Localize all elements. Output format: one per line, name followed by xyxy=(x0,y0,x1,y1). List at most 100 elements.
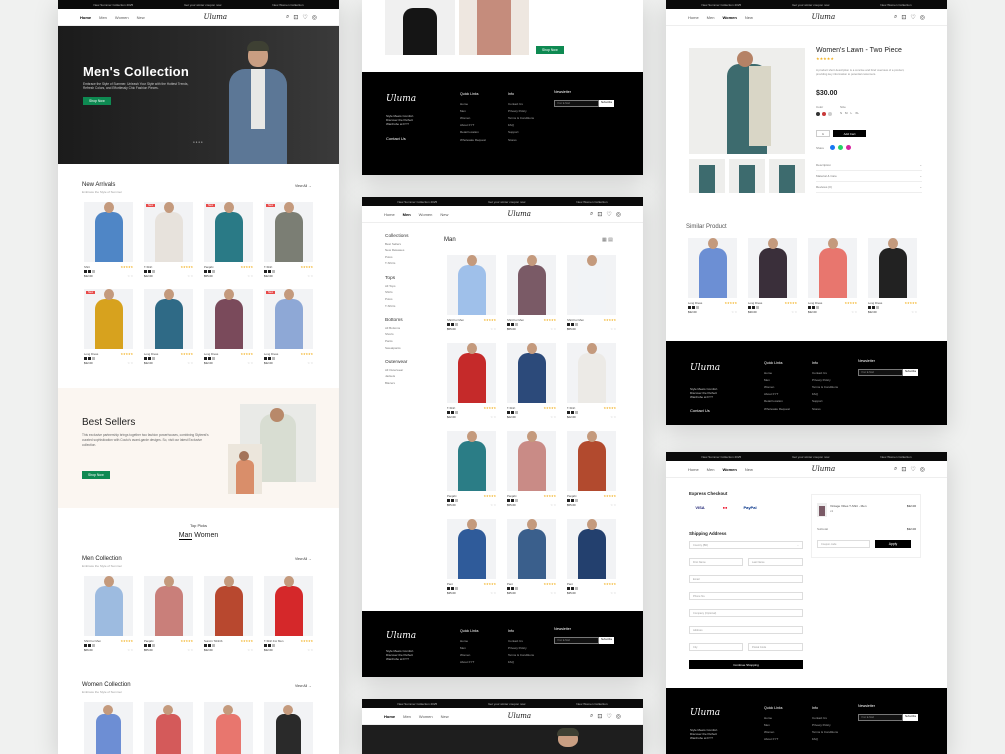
wishlist-icon[interactable]: ☆ ☆ xyxy=(550,327,556,331)
women-product-image[interactable] xyxy=(204,702,253,754)
add-cart-button[interactable]: Add Cart xyxy=(833,130,866,137)
product-card[interactable]: T-Shirt For Men ★★★★★ $32.00 ☆ ☆ xyxy=(264,576,313,652)
wishlist-icon[interactable]: ☆ ☆ xyxy=(247,274,253,278)
nav-women-5[interactable]: Women xyxy=(722,467,736,472)
link-item[interactable]: About FYT xyxy=(460,122,486,129)
product-image[interactable]: New xyxy=(264,289,313,349)
nav-men-4[interactable]: Men xyxy=(707,15,715,20)
wishlist-icon[interactable]: ☆ ☆ xyxy=(127,361,133,365)
search-icon[interactable]: ⌕ xyxy=(894,466,897,473)
first-name-field[interactable]: First Name xyxy=(689,558,743,566)
accordion-item[interactable]: Reviews (0) ⌄ xyxy=(816,182,922,193)
link-item[interactable]: Men xyxy=(764,377,790,384)
product-image[interactable]: New xyxy=(144,202,193,262)
product-card[interactable]: Shirt For Men ★★★★★ $55.00 ☆ ☆ xyxy=(447,255,496,331)
search-icon[interactable]: ⌕ xyxy=(894,14,897,21)
carousel-dots[interactable]: ● ● ● ● xyxy=(193,140,203,144)
link-item[interactable]: Women xyxy=(460,115,486,122)
link-item[interactable]: T-Shirts xyxy=(385,303,408,310)
product-image[interactable] xyxy=(204,289,253,349)
nav-new[interactable]: New xyxy=(137,15,145,20)
wishlist-icon[interactable]: ☆ ☆ xyxy=(187,361,193,365)
color-swatches[interactable] xyxy=(84,644,133,647)
color-swatches[interactable] xyxy=(264,644,313,647)
nav-men-2[interactable]: Men xyxy=(403,212,411,217)
product-card[interactable]: Shirt For Men ★★★★★ $55.00 ☆ ☆ xyxy=(567,255,616,331)
tab-man[interactable]: Man xyxy=(178,532,193,540)
color-swatches[interactable] xyxy=(868,306,917,309)
wishlist-icon[interactable]: ☆ ☆ xyxy=(490,415,496,419)
link-item[interactable]: FAQ xyxy=(508,659,534,666)
link-item[interactable]: About FYT xyxy=(460,659,479,666)
tab-women[interactable]: Women xyxy=(194,532,218,539)
city-field[interactable]: City xyxy=(689,643,743,651)
product-image[interactable] xyxy=(507,255,556,315)
link-item[interactable]: Stores xyxy=(812,406,838,413)
heart-icon[interactable]: ♡ xyxy=(606,713,611,720)
link-item[interactable]: Support xyxy=(508,129,534,136)
link-item[interactable]: Best Sellers xyxy=(385,241,408,248)
nav-home-2[interactable]: Home xyxy=(384,212,395,217)
link-item[interactable]: About FYT xyxy=(764,736,783,743)
cart-icon[interactable]: ⊡ xyxy=(901,14,906,21)
color-swatches[interactable] xyxy=(507,411,556,414)
nav-men[interactable]: Men xyxy=(99,15,107,20)
product-image[interactable]: New xyxy=(264,202,313,262)
color-swatches[interactable] xyxy=(447,587,496,590)
product-card[interactable]: T-Shirt ★★★★★ $22.00 ☆ ☆ xyxy=(507,343,556,419)
product-image[interactable] xyxy=(507,431,556,491)
product-image[interactable] xyxy=(567,431,616,491)
link-item[interactable]: Privacy Policy xyxy=(812,722,838,729)
wishlist-icon[interactable]: ☆ ☆ xyxy=(550,415,556,419)
brand-logo-3[interactable]: Uluma xyxy=(508,712,531,720)
last-name-field[interactable]: Last Name xyxy=(748,558,803,566)
wishlist-icon[interactable]: ☆ ☆ xyxy=(490,327,496,331)
brand-logo-2[interactable]: Uluma xyxy=(507,210,530,218)
size-option[interactable]: XL xyxy=(855,111,859,115)
user-icon[interactable]: ◎ xyxy=(920,14,925,21)
women-product-image[interactable] xyxy=(144,702,193,754)
link-item[interactable]: Blazers xyxy=(385,380,408,387)
cart-icon[interactable]: ⊡ xyxy=(597,713,602,720)
men-collection-view-all[interactable]: View All → xyxy=(295,557,312,561)
link-item[interactable]: Jackets xyxy=(385,373,408,380)
wishlist-icon[interactable]: ☆ ☆ xyxy=(610,503,616,507)
link-item[interactable]: Retail location xyxy=(460,129,486,136)
link-item[interactable]: All Tops xyxy=(385,283,408,290)
product-image[interactable] xyxy=(868,238,917,298)
link-item[interactable]: Terms & Conditions xyxy=(508,115,534,122)
link-item[interactable]: Privacy Policy xyxy=(812,377,838,384)
wishlist-icon[interactable]: ☆ ☆ xyxy=(851,310,857,314)
wishlist-icon[interactable]: ☆ ☆ xyxy=(610,327,616,331)
link-item[interactable]: Shirts xyxy=(385,289,408,296)
link-item[interactable]: Stores xyxy=(508,137,534,144)
user-icon[interactable]: ◎ xyxy=(616,713,621,720)
brand-logo-5[interactable]: Uluma xyxy=(812,465,835,473)
newsletter-email-input-2[interactable]: Your E-Mail xyxy=(554,637,599,644)
wishlist-icon[interactable]: ☆ ☆ xyxy=(247,648,253,652)
user-icon[interactable]: ◎ xyxy=(616,211,621,218)
link-item[interactable]: Privacy Policy xyxy=(508,645,534,652)
subscribe-button-2[interactable]: Subscribe xyxy=(599,637,615,644)
color-swatches[interactable] xyxy=(567,499,616,502)
product-image[interactable] xyxy=(447,431,496,491)
subscribe-button-3[interactable]: Subscribe xyxy=(903,369,919,376)
product-image[interactable] xyxy=(447,519,496,579)
user-icon[interactable]: ◎ xyxy=(312,14,317,21)
product-card[interactable]: Panjabi ★★★★★ $55.00 ☆ ☆ xyxy=(447,431,496,507)
product-card[interactable]: Pant ★★★★★ $35.00 ☆ ☆ xyxy=(507,519,556,595)
mastercard-button[interactable]: ●● xyxy=(714,502,736,512)
user-icon[interactable]: ◎ xyxy=(920,466,925,473)
subscribe-button-4[interactable]: Subscribe xyxy=(903,714,919,721)
color-swatches[interactable] xyxy=(144,357,193,360)
product-image[interactable] xyxy=(144,576,193,636)
product-card[interactable]: Long Dress ★★★★★ $32.00 ☆ ☆ xyxy=(808,238,857,314)
link-item[interactable]: Polos xyxy=(385,296,408,303)
color-swatches[interactable] xyxy=(144,270,193,273)
wishlist-icon[interactable]: ☆ ☆ xyxy=(307,274,313,278)
nav-men-5[interactable]: Men xyxy=(707,467,715,472)
product-image[interactable] xyxy=(84,576,133,636)
product-image[interactable] xyxy=(84,202,133,262)
color-swatches[interactable] xyxy=(447,499,496,502)
link-item[interactable]: T-Shirts xyxy=(385,260,408,267)
